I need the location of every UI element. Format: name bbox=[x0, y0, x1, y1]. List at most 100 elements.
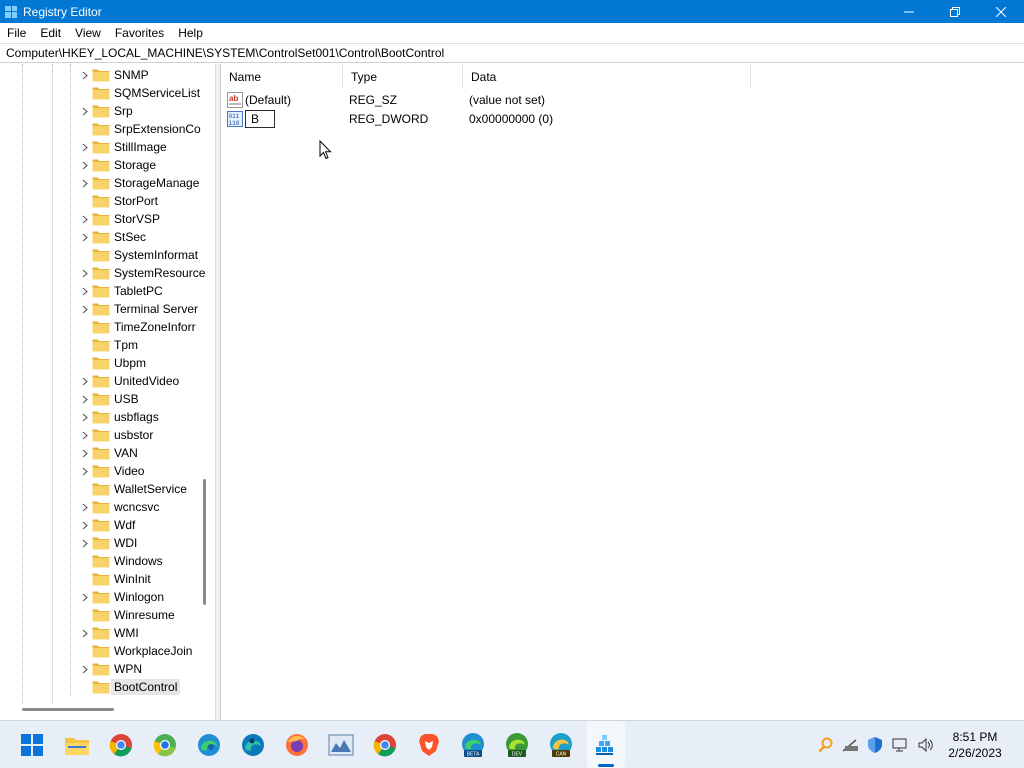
tree-vertical-scrollbar[interactable] bbox=[203, 479, 206, 605]
tree-item[interactable]: SNMP bbox=[78, 66, 149, 84]
key-tree-pane[interactable]: SNMP SQMServiceList Srp SrpExtensionCo Still… bbox=[0, 64, 216, 720]
tree-item[interactable]: Tpm bbox=[78, 336, 138, 354]
tree-item[interactable]: UnitedVideo bbox=[78, 372, 179, 390]
column-header-name[interactable]: Name bbox=[221, 64, 343, 88]
menu-favorites[interactable]: Favorites bbox=[108, 23, 171, 43]
security-button[interactable] bbox=[865, 735, 885, 755]
tree-item[interactable]: Storage bbox=[78, 156, 156, 174]
chevron-right-icon[interactable] bbox=[78, 264, 92, 282]
tree-item[interactable]: StSec bbox=[78, 228, 146, 246]
tree-item[interactable]: StorVSP bbox=[78, 210, 160, 228]
column-header-type[interactable]: Type bbox=[343, 64, 463, 88]
chevron-right-icon[interactable] bbox=[78, 624, 92, 642]
tree-item[interactable]: WorkplaceJoin bbox=[78, 642, 192, 660]
chevron-right-icon[interactable] bbox=[78, 588, 92, 606]
chevron-right-icon[interactable] bbox=[78, 390, 92, 408]
chevron-right-icon[interactable] bbox=[78, 660, 92, 678]
volume-button[interactable] bbox=[916, 735, 936, 755]
tree-item[interactable]: StillImage bbox=[78, 138, 167, 156]
edge-canary-button[interactable]: CAN bbox=[546, 730, 576, 760]
firefox-button[interactable] bbox=[282, 730, 312, 760]
chevron-right-icon[interactable] bbox=[78, 498, 92, 516]
chevron-right-icon[interactable] bbox=[78, 462, 92, 480]
tree-item[interactable]: usbstor bbox=[78, 426, 153, 444]
menu-view[interactable]: View bbox=[68, 23, 108, 43]
chrome-button-2[interactable] bbox=[370, 730, 400, 760]
tree-item[interactable]: WinInit bbox=[78, 570, 151, 588]
chrome-variant-button[interactable] bbox=[150, 730, 180, 760]
edge-dev-button[interactable]: DEV bbox=[502, 730, 532, 760]
tree-item[interactable]: Ubpm bbox=[78, 354, 146, 372]
svg-text:011: 011 bbox=[229, 113, 240, 120]
chevron-right-icon[interactable] bbox=[78, 174, 92, 192]
menu-help[interactable]: Help bbox=[171, 23, 210, 43]
chevron-right-icon[interactable] bbox=[78, 156, 92, 174]
tree-item[interactable]: Winresume bbox=[78, 606, 175, 624]
tree-item[interactable]: StorageManage bbox=[78, 174, 199, 192]
rename-value-input[interactable]: B bbox=[245, 109, 275, 128]
chevron-right-icon[interactable] bbox=[78, 282, 92, 300]
address-bar[interactable]: Computer\HKEY_LOCAL_MACHINE\SYSTEM\Contr… bbox=[0, 43, 1024, 63]
tree-item[interactable]: Terminal Server bbox=[78, 300, 198, 318]
tree-item[interactable]: SQMServiceList bbox=[78, 84, 200, 102]
chevron-right-icon[interactable] bbox=[78, 408, 92, 426]
menu-file[interactable]: File bbox=[0, 23, 33, 43]
registry-editor-taskbar-button[interactable] bbox=[591, 730, 621, 760]
brave-button[interactable] bbox=[414, 730, 444, 760]
tree-horizontal-scrollbar[interactable] bbox=[22, 708, 114, 711]
tree-item[interactable]: WMI bbox=[78, 624, 139, 642]
value-row[interactable]: ab (Default) REG_SZ (value not set) bbox=[221, 90, 743, 109]
tree-item[interactable]: TabletPC bbox=[78, 282, 163, 300]
minimize-button[interactable] bbox=[886, 0, 932, 23]
display-button[interactable] bbox=[891, 735, 911, 755]
tree-item[interactable]: BootControl bbox=[78, 678, 181, 696]
tree-item[interactable]: StorPort bbox=[78, 192, 158, 210]
chevron-right-icon[interactable] bbox=[78, 516, 92, 534]
values-pane[interactable]: Name Type Data ab (Default) REG_SZ (valu… bbox=[220, 64, 1024, 720]
chevron-right-icon[interactable] bbox=[78, 372, 92, 390]
photos-button[interactable] bbox=[326, 730, 356, 760]
tree-item[interactable]: Srp bbox=[78, 102, 133, 120]
chevron-right-icon[interactable] bbox=[78, 102, 92, 120]
tree-item[interactable]: Wdf bbox=[78, 516, 135, 534]
chevron-right-icon[interactable] bbox=[78, 66, 92, 84]
menu-edit[interactable]: Edit bbox=[33, 23, 68, 43]
chevron-right-icon[interactable] bbox=[78, 138, 92, 156]
tree-item[interactable]: wcncsvc bbox=[78, 498, 159, 516]
tree-item[interactable]: SrpExtensionCo bbox=[78, 120, 201, 138]
chevron-right-icon[interactable] bbox=[78, 210, 92, 228]
tree-item[interactable]: WPN bbox=[78, 660, 142, 678]
file-explorer-button[interactable] bbox=[62, 730, 92, 760]
chevron-right-icon[interactable] bbox=[78, 444, 92, 462]
tree-item[interactable]: TimeZoneInforr bbox=[78, 318, 196, 336]
chevron-right-icon[interactable] bbox=[78, 534, 92, 552]
chevron-right-icon[interactable] bbox=[78, 426, 92, 444]
tree-item[interactable]: USB bbox=[78, 390, 139, 408]
tree-item[interactable]: SystemResource bbox=[78, 264, 205, 282]
tree-item[interactable]: usbflags bbox=[78, 408, 159, 426]
chevron-right-icon[interactable] bbox=[78, 300, 92, 318]
tree-item[interactable]: WDI bbox=[78, 534, 137, 552]
edge-button[interactable] bbox=[194, 730, 224, 760]
tree-item[interactable]: Windows bbox=[78, 552, 163, 570]
system-clock[interactable]: 8:51 PM 2/26/2023 bbox=[940, 729, 1010, 761]
chevron-right-icon[interactable] bbox=[78, 228, 92, 246]
network-button[interactable] bbox=[841, 735, 861, 755]
tree-item[interactable]: Winlogon bbox=[78, 588, 164, 606]
tree-item-label: WMI bbox=[114, 626, 139, 640]
search-tray-button[interactable] bbox=[816, 735, 836, 755]
tree-item[interactable]: SystemInformat bbox=[78, 246, 198, 264]
value-row[interactable]: 011 110 B REG_DWORD 0x00000000 (0) bbox=[221, 109, 743, 128]
edge-beta-button[interactable]: BETA bbox=[458, 730, 488, 760]
tree-item[interactable]: Video bbox=[78, 462, 144, 480]
edge-variant-button[interactable] bbox=[238, 730, 268, 760]
chrome-button[interactable] bbox=[106, 730, 136, 760]
display-icon bbox=[892, 738, 907, 752]
tree-item[interactable]: VAN bbox=[78, 444, 138, 462]
column-header-data[interactable]: Data bbox=[463, 64, 751, 88]
close-button[interactable] bbox=[978, 0, 1024, 23]
start-button[interactable] bbox=[17, 730, 47, 760]
maximize-button[interactable] bbox=[932, 0, 978, 23]
tree-item[interactable]: WalletService bbox=[78, 480, 187, 498]
